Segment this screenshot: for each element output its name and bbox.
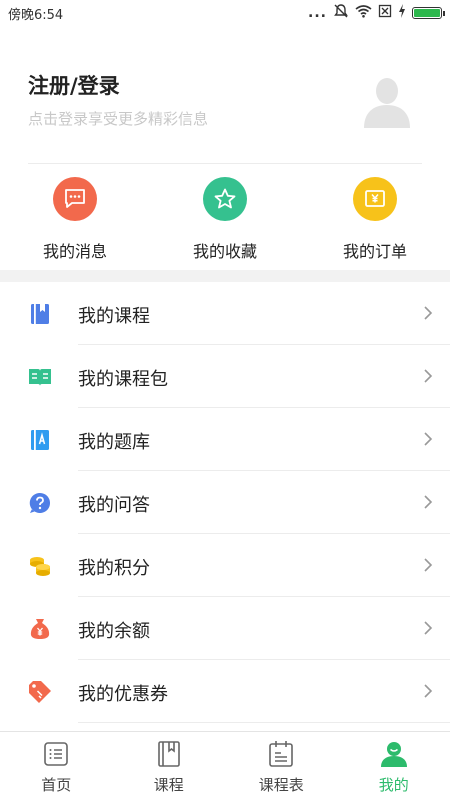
question-bank-icon (28, 428, 52, 452)
menu-item-coupons[interactable]: 我的优惠券 (0, 660, 450, 723)
status-bar: 傍晚6:54 ... (0, 0, 450, 26)
menu-item-course-packages[interactable]: 我的课程包 (0, 345, 450, 408)
quick-label-messages: 我的消息 (42, 242, 107, 261)
login-subtitle: 点击登录享受更多精彩信息 (28, 110, 209, 128)
chevron-right-icon (424, 621, 433, 635)
menu-label-course-packages: 我的课程包 (78, 369, 168, 390)
chevron-right-icon (424, 432, 433, 446)
login-header[interactable]: 注册/登录 点击登录享受更多精彩信息 (0, 26, 450, 164)
course-icon (155, 740, 183, 768)
quick-label-orders: 我的订单 (342, 242, 407, 261)
menu-label-points: 我的积分 (78, 558, 150, 579)
avatar-placeholder-icon[interactable] (362, 72, 412, 128)
tab-schedule[interactable]: 课程表 (225, 732, 338, 800)
quick-item-orders[interactable]: 我的订单 (315, 165, 435, 262)
coupon-icon (28, 680, 52, 704)
status-icons: ... (308, 3, 445, 23)
chevron-right-icon (424, 369, 433, 383)
quick-item-messages[interactable]: 我的消息 (15, 165, 135, 262)
menu-item-points[interactable]: 我的积分 (0, 534, 450, 597)
quick-label-favorites: 我的收藏 (192, 242, 257, 261)
open-book-icon (28, 365, 52, 389)
menu-item-qa[interactable]: 我的问答 (0, 471, 450, 534)
profile-icon (380, 740, 408, 768)
bottom-tab-bar: 首页 课程 课程表 我的 (0, 731, 450, 800)
quick-item-favorites[interactable]: 我的收藏 (165, 165, 285, 262)
no-sim-icon (378, 4, 392, 22)
home-list-icon (42, 740, 70, 768)
tab-profile[interactable]: 我的 (338, 732, 450, 800)
menu-label-courses: 我的课程 (78, 306, 150, 327)
tab-home[interactable]: 首页 (0, 732, 113, 800)
chevron-right-icon (424, 306, 433, 320)
quick-actions: 我的消息 我的收藏 我的订单 (0, 165, 450, 270)
menu-item-question-bank[interactable]: 我的题库 (0, 408, 450, 471)
menu-item-courses[interactable]: 我的课程 (0, 282, 450, 345)
order-icon (353, 177, 397, 221)
chevron-right-icon (424, 495, 433, 509)
section-gap (0, 270, 450, 282)
course-book-icon (28, 302, 52, 326)
chevron-right-icon (424, 558, 433, 572)
tab-label-schedule: 课程表 (258, 776, 304, 794)
money-bag-icon (28, 617, 52, 641)
menu-item-balance[interactable]: 我的余额 (0, 597, 450, 660)
charging-icon (398, 4, 406, 22)
menu-divider (78, 722, 450, 723)
battery-icon (412, 7, 445, 19)
star-icon (203, 177, 247, 221)
chevron-right-icon (424, 684, 433, 698)
menu-label-balance: 我的余额 (78, 621, 150, 642)
menu-label-coupons: 我的优惠券 (78, 684, 168, 705)
tab-label-home: 首页 (41, 776, 72, 794)
header-divider (28, 163, 422, 164)
coins-icon (28, 554, 52, 578)
tab-label-courses: 课程 (153, 776, 184, 794)
menu-label-question-bank: 我的题库 (78, 432, 150, 453)
schedule-icon (267, 740, 295, 768)
mute-alarm-icon (333, 3, 349, 23)
status-time: 傍晚6:54 (8, 7, 64, 23)
question-icon (28, 491, 52, 515)
login-title[interactable]: 注册/登录 (28, 70, 120, 100)
wifi-icon (355, 4, 372, 22)
tab-label-profile: 我的 (378, 776, 409, 794)
tab-courses[interactable]: 课程 (113, 732, 226, 800)
message-icon (53, 177, 97, 221)
more-dots-icon: ... (308, 5, 327, 21)
menu-list: 我的课程 我的课程包 我的题库 我的问答 我的积分 我的余额 我的优惠券 (0, 282, 450, 723)
menu-label-qa: 我的问答 (78, 495, 150, 516)
